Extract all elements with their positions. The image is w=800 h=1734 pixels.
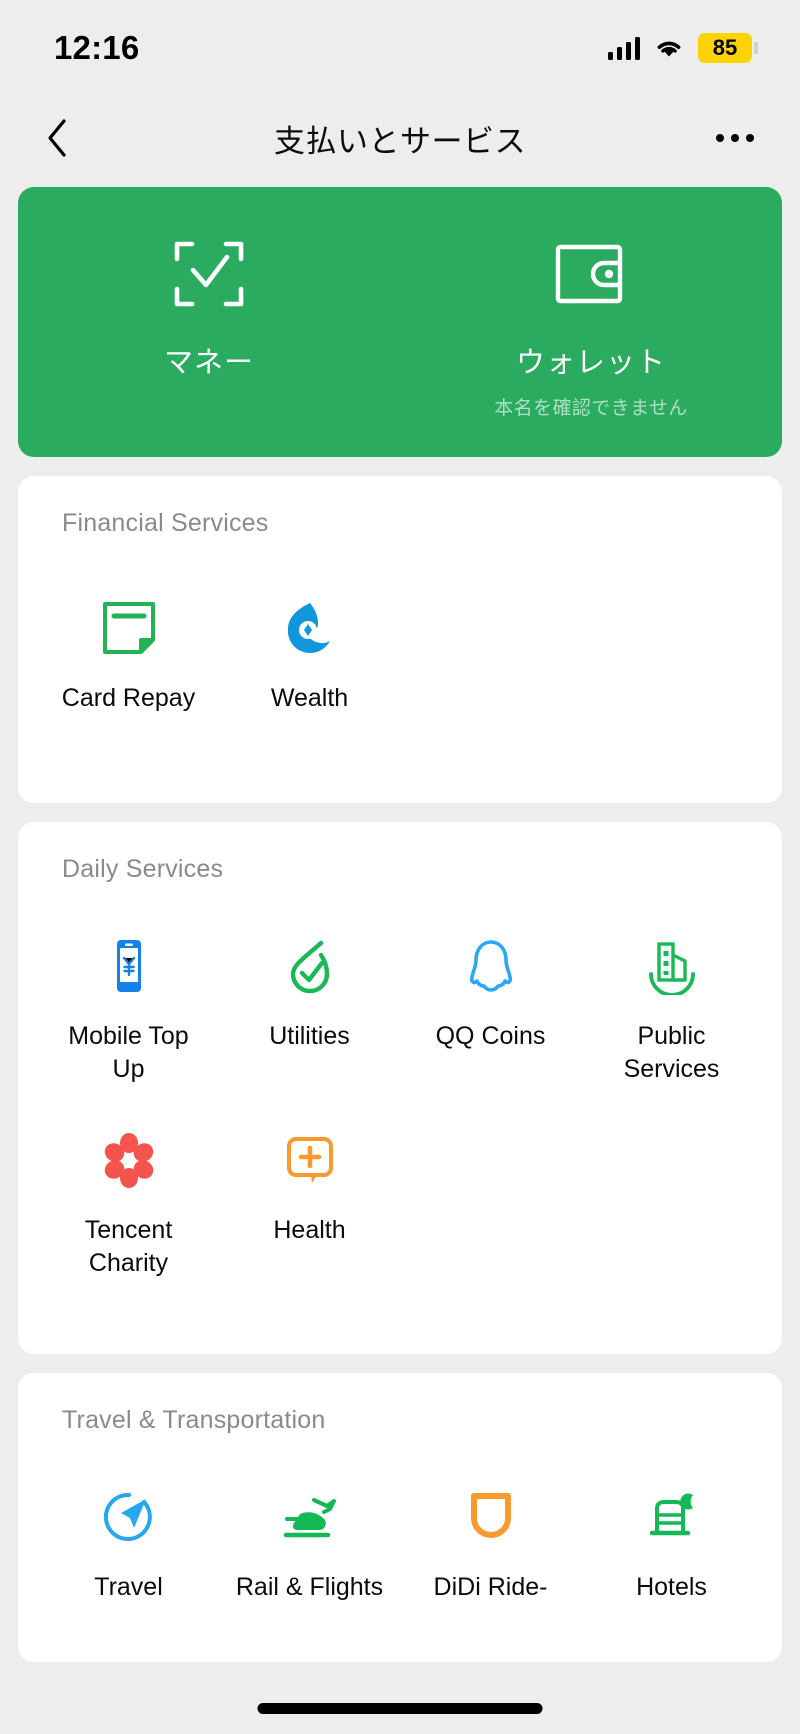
service-label: QQ Coins: [435, 1022, 546, 1050]
hero-sublabel: 本名を確認できません: [494, 398, 688, 419]
service-label: Travel: [94, 1573, 163, 1601]
section-travel-transportation: Travel & Transportation Travel Rail & Fl…: [18, 1373, 782, 1662]
hero-item-wallet[interactable]: ウォレット 本名を確認できません: [400, 235, 782, 420]
hero-label: マネー: [163, 347, 254, 379]
charity-flower-icon: [95, 1126, 163, 1194]
service-item-tencent-charity[interactable]: Tencent Charity: [38, 1104, 219, 1298]
back-button[interactable]: [46, 115, 86, 161]
section-title: Financial Services: [62, 509, 269, 537]
wifi-icon: [657, 41, 681, 57]
section-daily-services: Daily Services Mobile Top Up Utilities Q…: [18, 822, 782, 1354]
service-item-health[interactable]: Health: [219, 1104, 400, 1298]
service-label: Hotels: [636, 1573, 707, 1601]
section-financial-services: Financial Services Card Repay Wealth: [18, 476, 782, 803]
service-label: DiDi Ride-: [433, 1573, 548, 1601]
mobile-topup-icon: [95, 932, 163, 1000]
health-plus-icon: [276, 1126, 344, 1194]
service-label: Public Services: [623, 1022, 720, 1083]
battery-level: 85: [712, 35, 738, 60]
service-grid: Travel Rail & Flights DiDi Ride- Hotels: [18, 1461, 782, 1622]
public-services-icon: [638, 932, 706, 1000]
more-options-button[interactable]: [716, 134, 754, 142]
didi-icon: [457, 1483, 525, 1551]
travel-compass-icon: [95, 1483, 163, 1551]
chevron-left-icon: [48, 119, 66, 157]
more-dot: [731, 134, 739, 142]
service-grid: Card Repay Wealth: [18, 572, 782, 733]
status-bar: 12:16 85: [0, 0, 800, 96]
card-repay-icon: [95, 594, 163, 662]
battery-icon: 85: [698, 33, 758, 63]
scan-qr-check-icon: [172, 235, 246, 313]
section-title: Daily Services: [62, 855, 224, 883]
service-item-mobile-top-up[interactable]: Mobile Top Up: [38, 910, 219, 1104]
service-item-didi[interactable]: DiDi Ride-: [400, 1461, 581, 1622]
wallet-icon: [554, 235, 628, 313]
cellular-signal-icon: [607, 36, 640, 60]
service-item-qq-coins[interactable]: QQ Coins: [400, 910, 581, 1104]
service-label: Card Repay: [61, 684, 196, 712]
wealth-icon: [276, 594, 344, 662]
service-item-hotels[interactable]: Hotels: [581, 1461, 762, 1622]
service-item-utilities[interactable]: Utilities: [219, 910, 400, 1104]
service-label: Tencent Charity: [84, 1216, 173, 1277]
hotel-bed-icon: [638, 1483, 706, 1551]
home-indicator[interactable]: [257, 1703, 543, 1714]
app-screen: 12:16 85 支払いとサービス マネー ウォレット 本名を確認できません F…: [0, 0, 800, 1734]
more-dot: [746, 134, 754, 142]
service-label: Health: [273, 1216, 346, 1244]
hero-item-money[interactable]: マネー: [18, 235, 400, 393]
service-item-wealth[interactable]: Wealth: [219, 572, 400, 733]
utilities-check-icon: [276, 932, 344, 1000]
service-item-rail-flights[interactable]: Rail & Flights: [219, 1461, 400, 1622]
service-item-card-repay[interactable]: Card Repay: [38, 572, 219, 733]
service-item-public-services[interactable]: Public Services: [581, 910, 762, 1104]
service-item-travel[interactable]: Travel: [38, 1461, 219, 1622]
service-label: Wealth: [270, 684, 349, 712]
qq-penguin-icon: [457, 932, 525, 1000]
service-label: Utilities: [269, 1022, 350, 1050]
navigation-bar: 支払いとサービス: [0, 96, 800, 180]
page-title: 支払いとサービス: [274, 123, 526, 159]
service-grid: Mobile Top Up Utilities QQ Coins Public …: [18, 910, 782, 1298]
pay-hero-card: マネー ウォレット 本名を確認できません: [18, 187, 782, 457]
status-bar-indicators: 85: [607, 33, 758, 63]
hero-label: ウォレット: [515, 347, 666, 379]
more-dot: [716, 134, 724, 142]
service-label: Mobile Top Up: [68, 1022, 189, 1083]
section-title: Travel & Transportation: [62, 1406, 326, 1434]
status-bar-time: 12:16: [54, 29, 140, 66]
rail-flight-icon: [276, 1483, 344, 1551]
service-label: Rail & Flights: [235, 1573, 384, 1601]
